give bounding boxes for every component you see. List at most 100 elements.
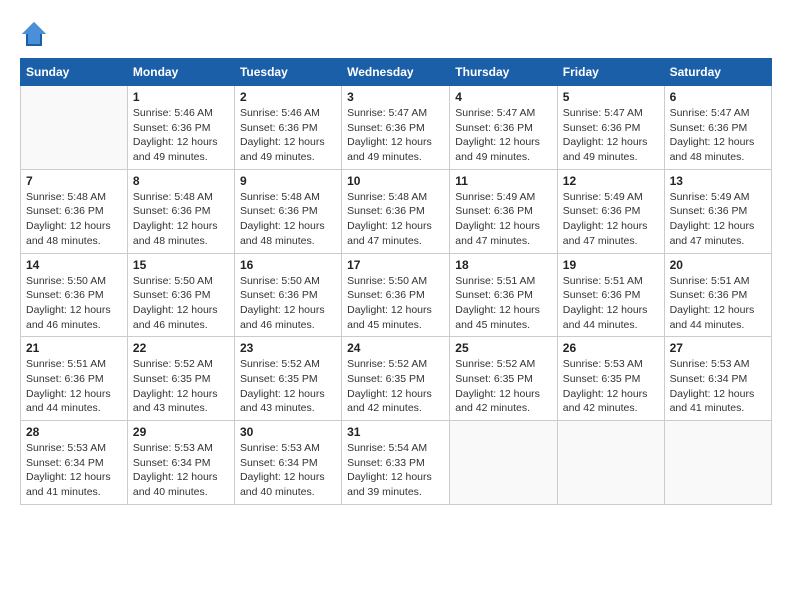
day-info: Sunrise: 5:46 AM Sunset: 6:36 PM Dayligh… bbox=[240, 106, 336, 165]
calendar-header-row: SundayMondayTuesdayWednesdayThursdayFrid… bbox=[21, 59, 772, 86]
calendar-cell: 9Sunrise: 5:48 AM Sunset: 6:36 PM Daylig… bbox=[234, 169, 341, 253]
day-info: Sunrise: 5:48 AM Sunset: 6:36 PM Dayligh… bbox=[347, 190, 444, 249]
day-number: 20 bbox=[670, 258, 766, 272]
day-number: 10 bbox=[347, 174, 444, 188]
day-info: Sunrise: 5:50 AM Sunset: 6:36 PM Dayligh… bbox=[240, 274, 336, 333]
calendar-week-3: 14 Sunrise: 5:50 AM Sunset: 6:36 PM Dayli… bbox=[21, 253, 772, 337]
day-number: 19 bbox=[563, 258, 659, 272]
calendar-cell: 28Sunrise: 5:53 AM Sunset: 6:34 PM Dayli… bbox=[21, 421, 128, 505]
calendar-cell: 4 Sunrise: 5:47 AM Sunset: 6:36 PM Daylig… bbox=[450, 86, 558, 170]
logo-icon bbox=[20, 20, 48, 48]
calendar-cell: 17 Sunrise: 5:50 AM Sunset: 6:36 PM Dayli… bbox=[342, 253, 450, 337]
day-info: Sunrise: 5:51 AM Sunset: 6:36 PM Dayligh… bbox=[670, 274, 766, 333]
calendar-cell bbox=[450, 421, 558, 505]
day-info: Sunrise: 5:49 AM Sunset: 6:36 PM Dayligh… bbox=[563, 190, 659, 249]
page-header bbox=[20, 20, 772, 48]
day-number: 11 bbox=[455, 174, 552, 188]
calendar-cell: 12 Sunrise: 5:49 AM Sunset: 6:36 PM Dayli… bbox=[557, 169, 664, 253]
calendar-cell: 15 Sunrise: 5:50 AM Sunset: 6:36 PM Dayli… bbox=[127, 253, 234, 337]
calendar-cell: 20 Sunrise: 5:51 AM Sunset: 6:36 PM Dayli… bbox=[664, 253, 771, 337]
calendar: SundayMondayTuesdayWednesdayThursdayFrid… bbox=[20, 58, 772, 505]
day-info: Sunrise: 5:53 AM Sunset: 6:34 PM Dayligh… bbox=[670, 357, 766, 416]
day-info: Sunrise: 5:48 AM Sunset: 6:36 PM Dayligh… bbox=[133, 190, 229, 249]
day-number: 23 bbox=[240, 341, 336, 355]
column-header-tuesday: Tuesday bbox=[234, 59, 341, 86]
day-info: Sunrise: 5:51 AM Sunset: 6:36 PM Dayligh… bbox=[455, 274, 552, 333]
day-number: 25 bbox=[455, 341, 552, 355]
calendar-cell: 25Sunrise: 5:52 AM Sunset: 6:35 PM Dayli… bbox=[450, 337, 558, 421]
day-number: 28 bbox=[26, 425, 122, 439]
calendar-week-1: 1 Sunrise: 5:46 AM Sunset: 6:36 PM Daylig… bbox=[21, 86, 772, 170]
column-header-friday: Friday bbox=[557, 59, 664, 86]
calendar-cell bbox=[21, 86, 128, 170]
day-info: Sunrise: 5:52 AM Sunset: 6:35 PM Dayligh… bbox=[133, 357, 229, 416]
day-info: Sunrise: 5:53 AM Sunset: 6:34 PM Dayligh… bbox=[133, 441, 229, 500]
day-info: Sunrise: 5:51 AM Sunset: 6:36 PM Dayligh… bbox=[26, 357, 122, 416]
day-number: 4 bbox=[455, 90, 552, 104]
calendar-cell: 13 Sunrise: 5:49 AM Sunset: 6:36 PM Dayli… bbox=[664, 169, 771, 253]
day-info: Sunrise: 5:51 AM Sunset: 6:36 PM Dayligh… bbox=[563, 274, 659, 333]
day-number: 17 bbox=[347, 258, 444, 272]
day-info: Sunrise: 5:49 AM Sunset: 6:36 PM Dayligh… bbox=[455, 190, 552, 249]
logo bbox=[20, 20, 52, 48]
calendar-cell: 8 Sunrise: 5:48 AM Sunset: 6:36 PM Daylig… bbox=[127, 169, 234, 253]
calendar-cell: 29 Sunrise: 5:53 AM Sunset: 6:34 PM Dayli… bbox=[127, 421, 234, 505]
calendar-cell: 23 Sunrise: 5:52 AM Sunset: 6:35 PM Dayli… bbox=[234, 337, 341, 421]
day-number: 5 bbox=[563, 90, 659, 104]
day-info: Sunrise: 5:48 AM Sunset: 6:36 PM Dayligh… bbox=[26, 190, 122, 249]
column-header-wednesday: Wednesday bbox=[342, 59, 450, 86]
day-number: 3 bbox=[347, 90, 444, 104]
column-header-saturday: Saturday bbox=[664, 59, 771, 86]
day-number: 2 bbox=[240, 90, 336, 104]
day-number: 27 bbox=[670, 341, 766, 355]
day-number: 7 bbox=[26, 174, 122, 188]
day-info: Sunrise: 5:53 AM Sunset: 6:34 PM Dayligh… bbox=[240, 441, 336, 500]
day-info: Sunrise: 5:47 AM Sunset: 6:36 PM Dayligh… bbox=[347, 106, 444, 165]
calendar-cell: 16Sunrise: 5:50 AM Sunset: 6:36 PM Dayli… bbox=[234, 253, 341, 337]
calendar-week-4: 21Sunrise: 5:51 AM Sunset: 6:36 PM Dayli… bbox=[21, 337, 772, 421]
calendar-cell: 22 Sunrise: 5:52 AM Sunset: 6:35 PM Dayli… bbox=[127, 337, 234, 421]
calendar-cell: 14 Sunrise: 5:50 AM Sunset: 6:36 PM Dayli… bbox=[21, 253, 128, 337]
day-number: 1 bbox=[133, 90, 229, 104]
day-info: Sunrise: 5:52 AM Sunset: 6:35 PM Dayligh… bbox=[240, 357, 336, 416]
calendar-cell: 18 Sunrise: 5:51 AM Sunset: 6:36 PM Dayli… bbox=[450, 253, 558, 337]
calendar-cell: 2 Sunrise: 5:46 AM Sunset: 6:36 PM Daylig… bbox=[234, 86, 341, 170]
day-number: 18 bbox=[455, 258, 552, 272]
day-number: 22 bbox=[133, 341, 229, 355]
day-info: Sunrise: 5:47 AM Sunset: 6:36 PM Dayligh… bbox=[670, 106, 766, 165]
calendar-cell: 26 Sunrise: 5:53 AM Sunset: 6:35 PM Dayli… bbox=[557, 337, 664, 421]
day-number: 15 bbox=[133, 258, 229, 272]
day-number: 8 bbox=[133, 174, 229, 188]
calendar-week-5: 28 Sunrise: 5:53 AM Sunset: 6:34 PM Dayli… bbox=[21, 421, 772, 505]
day-info: Sunrise: 5:53 AM Sunset: 6:35 PM Dayligh… bbox=[563, 357, 659, 416]
day-number: 9 bbox=[240, 174, 336, 188]
calendar-cell bbox=[557, 421, 664, 505]
day-number: 13 bbox=[670, 174, 766, 188]
calendar-cell bbox=[664, 421, 771, 505]
day-number: 14 bbox=[26, 258, 122, 272]
day-number: 24 bbox=[347, 341, 444, 355]
day-info: Sunrise: 5:50 AM Sunset: 6:36 PM Dayligh… bbox=[26, 274, 122, 333]
column-header-monday: Monday bbox=[127, 59, 234, 86]
column-header-thursday: Thursday bbox=[450, 59, 558, 86]
day-info: Sunrise: 5:54 AM Sunset: 6:33 PM Dayligh… bbox=[347, 441, 444, 500]
column-header-sunday: Sunday bbox=[21, 59, 128, 86]
calendar-cell: 7 Sunrise: 5:48 AM Sunset: 6:36 PM Daylig… bbox=[21, 169, 128, 253]
calendar-cell: 6Sunrise: 5:47 AM Sunset: 6:36 PM Daylig… bbox=[664, 86, 771, 170]
day-info: Sunrise: 5:50 AM Sunset: 6:36 PM Dayligh… bbox=[347, 274, 444, 333]
calendar-cell: 27 Sunrise: 5:53 AM Sunset: 6:34 PM Dayli… bbox=[664, 337, 771, 421]
day-number: 29 bbox=[133, 425, 229, 439]
day-info: Sunrise: 5:47 AM Sunset: 6:36 PM Dayligh… bbox=[563, 106, 659, 165]
calendar-week-2: 7 Sunrise: 5:48 AM Sunset: 6:36 PM Daylig… bbox=[21, 169, 772, 253]
day-number: 12 bbox=[563, 174, 659, 188]
day-number: 26 bbox=[563, 341, 659, 355]
calendar-cell: 24Sunrise: 5:52 AM Sunset: 6:35 PM Dayli… bbox=[342, 337, 450, 421]
calendar-cell: 3 Sunrise: 5:47 AM Sunset: 6:36 PM Daylig… bbox=[342, 86, 450, 170]
calendar-cell: 19 Sunrise: 5:51 AM Sunset: 6:36 PM Dayli… bbox=[557, 253, 664, 337]
day-info: Sunrise: 5:50 AM Sunset: 6:36 PM Dayligh… bbox=[133, 274, 229, 333]
calendar-cell: 10 Sunrise: 5:48 AM Sunset: 6:36 PM Dayli… bbox=[342, 169, 450, 253]
calendar-cell: 5 Sunrise: 5:47 AM Sunset: 6:36 PM Daylig… bbox=[557, 86, 664, 170]
day-info: Sunrise: 5:49 AM Sunset: 6:36 PM Dayligh… bbox=[670, 190, 766, 249]
day-info: Sunrise: 5:47 AM Sunset: 6:36 PM Dayligh… bbox=[455, 106, 552, 165]
day-number: 31 bbox=[347, 425, 444, 439]
